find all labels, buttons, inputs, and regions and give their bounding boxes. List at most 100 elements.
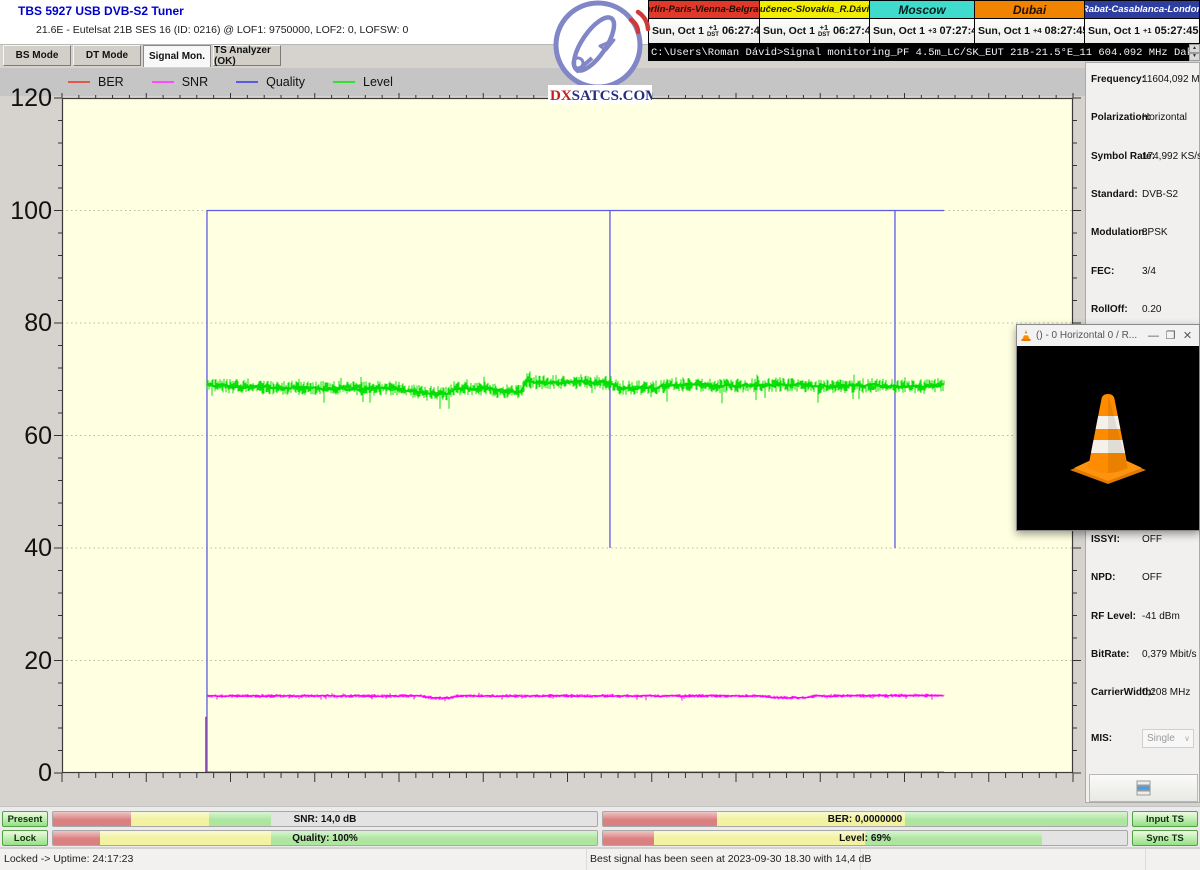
console-window[interactable]: C:\Users\Roman Dávid>Signal monitoring_P… — [648, 44, 1200, 61]
param-label: Frequency: — [1091, 74, 1145, 85]
vlc-close-button[interactable]: ✕ — [1179, 329, 1196, 342]
logo-text-rest: SATCS.COM — [572, 88, 652, 104]
quality-bar-row: Lock Quality: 100% — [2, 830, 598, 846]
clock-time-row: Sun, Oct 1+1DST06:27:45 — [760, 19, 869, 43]
param-label: NPD: — [1091, 572, 1115, 583]
app-window: TBS 5927 USB DVB-S2 Tuner 21.6E - Eutels… — [0, 0, 1200, 870]
y-tick-label: 60 — [0, 422, 52, 450]
clock-time: 08:27:45 — [1045, 25, 1089, 37]
legend-swatch — [236, 81, 258, 83]
present-button[interactable]: Present — [2, 811, 48, 827]
clock-cell: Berlin-Paris-Vienna-Belgrade Sun, Oct 1+1… — [648, 0, 760, 44]
param-value: -41 dBm — [1142, 611, 1180, 622]
param-value: 3/4 — [1142, 266, 1156, 277]
param-value: Horizontal — [1142, 112, 1187, 123]
param-label: Standard: — [1091, 189, 1138, 200]
statusbar-divider — [586, 849, 587, 870]
clock-cell: MoscowSun, Oct 1+307:27:45 — [870, 0, 975, 44]
snr-progress-bar: SNR: 14,0 dB — [52, 811, 598, 827]
snr-bar-row: Present SNR: 14,0 dB — [2, 811, 598, 827]
y-tick-label: 120 — [0, 84, 52, 112]
clock-time: 05:27:45 — [1155, 25, 1199, 37]
param-row-frequency: Frequency:11604,092 MHz — [1086, 74, 1199, 88]
param-label: BitRate: — [1091, 649, 1129, 660]
param-row-modulation: Modulation:8PSK — [1086, 227, 1199, 241]
input-ts-button[interactable]: Input TS — [1132, 811, 1198, 827]
transport-stream-button[interactable] — [1089, 774, 1198, 802]
clock-city-label: Dubai — [975, 1, 1084, 19]
tab-dt-mode[interactable]: DT Mode — [73, 45, 141, 66]
param-value: 11604,092 MHz — [1142, 74, 1200, 85]
clock-city-label: Moscow — [870, 1, 974, 19]
clock-utc-offset: +1DST — [707, 24, 719, 38]
clock-city-label: Berlin-Paris-Vienna-Belgrade — [649, 1, 759, 19]
vlc-minimize-button[interactable]: — — [1145, 330, 1162, 342]
vlc-maximize-button[interactable]: ❐ — [1162, 329, 1179, 342]
param-value: 0,208 MHz — [1142, 687, 1190, 698]
param-row-rflevel: RF Level:-41 dBm — [1086, 611, 1199, 625]
clock-utc-offset: +1 — [1143, 27, 1152, 35]
tuner-subtitle: 21.6E - Eutelsat 21B SES 16 (ID: 0216) @… — [36, 24, 408, 36]
tuner-title: TBS 5927 USB DVB-S2 Tuner — [18, 4, 184, 18]
clock-time-row: Sun, Oct 1+307:27:45 — [870, 19, 974, 43]
clock-date: Sun, Oct 1 — [652, 25, 704, 37]
vlc-titlebar[interactable]: () - 0 Horizontal 0 / R... — ❐ ✕ — [1017, 325, 1199, 346]
console-command-text: C:\Users\Roman Dávid>Signal monitoring_P… — [648, 47, 1189, 59]
clock-date: Sun, Oct 1 — [1088, 25, 1140, 37]
param-label: RollOff: — [1091, 304, 1128, 315]
vlc-cone-icon — [1020, 329, 1032, 342]
legend-swatch — [68, 81, 90, 83]
world-clocks: Berlin-Paris-Vienna-BelgradeSun, Oct 1+1… — [648, 0, 1200, 44]
mode-tab-bar: BS ModeDT ModeSignal Mon.TS Analyzer (OK… — [3, 45, 281, 67]
clock-cell: Rabat-Casablanca-London Sun, Oct 1+105:27… — [1085, 0, 1200, 44]
quality-progress-bar: Quality: 100% — [52, 830, 598, 846]
lock-uptime-status: Locked -> Uptime: 24:17:23 — [4, 853, 133, 865]
param-row-polarization: Polarization:Horizontal — [1086, 112, 1199, 126]
tab-bs-mode[interactable]: BS Mode — [3, 45, 71, 66]
snr-bar-label: SNR: 14,0 dB — [53, 812, 597, 826]
y-tick-label: 40 — [0, 534, 52, 562]
chart-legend: BERSNRQualityLevel — [0, 68, 1085, 96]
legend-swatch — [333, 81, 355, 83]
param-row-npd: NPD: OFF — [1086, 572, 1199, 586]
statusbar-divider — [1145, 849, 1146, 870]
y-tick-label: 20 — [0, 647, 52, 675]
lock-button[interactable]: Lock — [2, 830, 48, 846]
axis-ticks — [54, 93, 1081, 782]
legend-item-level: Level — [333, 75, 393, 89]
clock-city-label: Lučenec-Slovakia_R.Dávid — [760, 1, 869, 19]
chart-svg — [62, 98, 1073, 773]
param-value: 8PSK — [1142, 227, 1168, 238]
clock-time-row: Sun, Oct 1+408:27:45 — [975, 19, 1084, 43]
satellite-dish-icon: DXSATCS.COM — [548, 0, 652, 104]
chevron-down-icon: ∨ — [1184, 734, 1193, 743]
tab-signal-mon-[interactable]: Signal Mon. — [143, 45, 211, 67]
param-label: FEC: — [1091, 266, 1114, 277]
tab-ts-analyzer-ok-[interactable]: TS Analyzer (OK) — [213, 45, 281, 66]
clock-city-label: Rabat-Casablanca-London — [1085, 1, 1199, 19]
mis-dropdown[interactable]: Single ∨ — [1142, 729, 1194, 748]
sync-ts-button[interactable]: Sync TS — [1132, 830, 1198, 846]
param-value: 0.20 — [1142, 304, 1161, 315]
param-value: OFF — [1142, 572, 1162, 583]
console-scrollbar[interactable]: ▲ ▼ — [1189, 44, 1200, 61]
param-row-standard: Standard: DVB-S2 — [1086, 189, 1199, 203]
param-value: 0,379 Mbit/s — [1142, 649, 1196, 660]
legend-item-snr: SNR — [152, 75, 208, 89]
clock-utc-offset: +4 — [1033, 27, 1042, 35]
ber-progress-bar: BER: 0,0000000 — [602, 811, 1128, 827]
param-value: OFF — [1142, 534, 1162, 545]
legend-item-quality: Quality — [236, 75, 305, 89]
ber-bar-label: BER: 0,0000000 — [603, 812, 1127, 826]
level-bar-row: Level: 69% Sync TS — [602, 830, 1198, 846]
clock-date: Sun, Oct 1 — [978, 25, 1030, 37]
param-value: 174,992 KS/s — [1142, 151, 1200, 162]
svg-text:DXSATCS.COM: DXSATCS.COM — [550, 88, 652, 104]
param-row-fec: FEC: 3/4 — [1086, 266, 1199, 280]
clock-utc-offset: +3 — [928, 27, 937, 35]
scroll-up-icon[interactable]: ▲ — [1189, 44, 1200, 53]
ber-bar-row: BER: 0,0000000 Input TS — [602, 811, 1198, 827]
param-value: DVB-S2 — [1142, 189, 1178, 200]
param-row-symbolrate: Symbol Rate:174,992 KS/s — [1086, 151, 1199, 165]
scroll-down-icon[interactable]: ▼ — [1189, 53, 1200, 62]
